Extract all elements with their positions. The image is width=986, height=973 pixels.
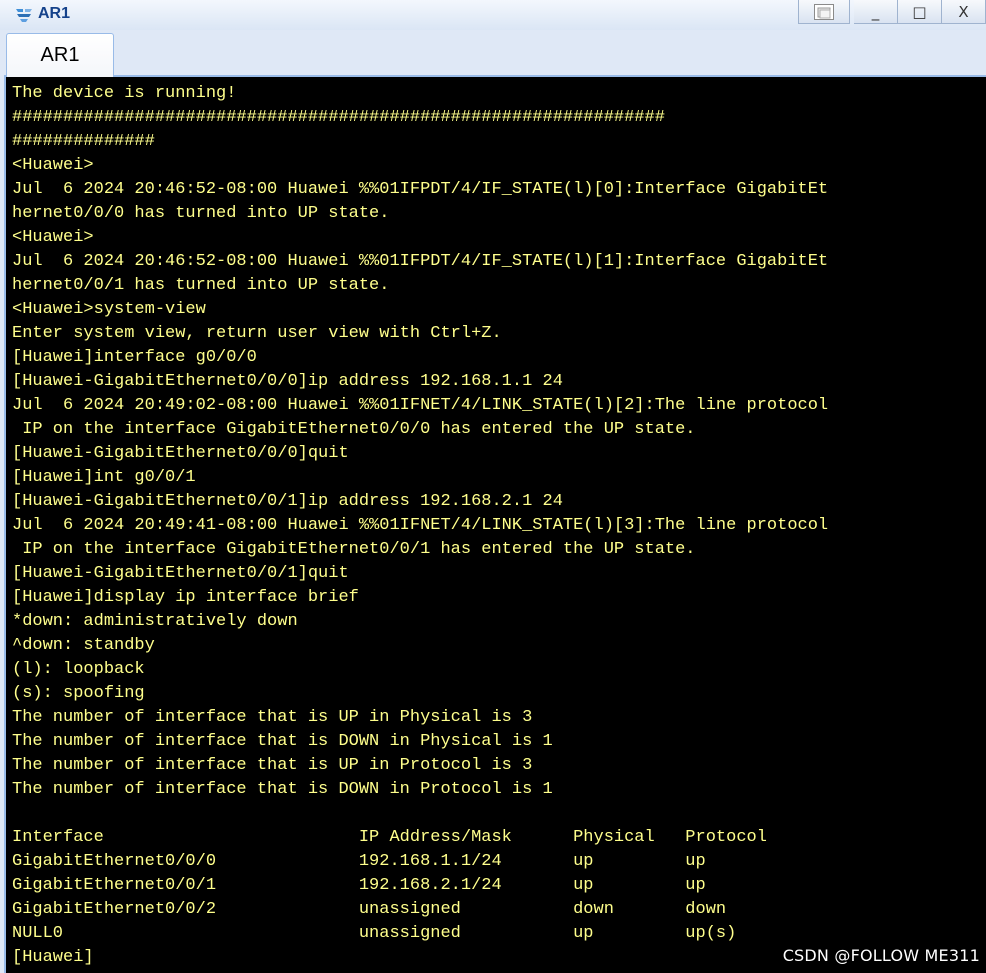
console-line: (l): loopback — [12, 660, 145, 679]
close-icon: X — [958, 2, 969, 21]
console-line: IP on the interface GigabitEthernet0/0/0… — [12, 420, 696, 439]
tab-ar1[interactable]: AR1 — [6, 33, 114, 77]
console-line: Jul 6 2024 20:49:02-08:00 Huawei %%01IFN… — [12, 396, 829, 415]
console-line: Jul 6 2024 20:49:41-08:00 Huawei %%01IFN… — [12, 516, 829, 535]
console-line: GigabitEthernet0/0/1 192.168.2.1/24 up u… — [12, 876, 706, 895]
console-line: The number of interface that is DOWN in … — [12, 732, 553, 751]
minimize-button[interactable]: _ — [854, 0, 898, 24]
console-line: The number of interface that is UP in Pr… — [12, 756, 533, 775]
console-line: The device is running! — [12, 84, 237, 103]
console-line: [Huawei]display ip interface brief — [12, 588, 359, 607]
tab-label: AR1 — [40, 44, 80, 66]
console-line: <Huawei> — [12, 156, 94, 175]
console-line: Jul 6 2024 20:46:52-08:00 Huawei %%01IFP… — [12, 252, 829, 271]
console-line: [Huawei]int g0/0/1 — [12, 468, 196, 487]
console-line: (s): spoofing — [12, 684, 145, 703]
console-line: [Huawei-GigabitEthernet0/0/1]ip address … — [12, 492, 563, 511]
console-line: hernet0/0/0 has turned into UP state. — [12, 204, 390, 223]
window-controls: _ □ X — [798, 0, 986, 26]
console-line: GigabitEthernet0/0/2 unassigned down dow… — [12, 900, 727, 919]
console-line: [Huawei]interface g0/0/0 — [12, 348, 257, 367]
maximize-icon: □ — [912, 2, 927, 21]
console-line: [Huawei-GigabitEthernet0/0/1]quit — [12, 564, 349, 583]
console-line: <Huawei> — [12, 228, 94, 247]
close-button[interactable]: X — [942, 0, 986, 24]
console-line: *down: administratively down — [12, 612, 298, 631]
tab-bar: AR1 — [0, 30, 986, 77]
console-line: Interface IP Address/Mask Physical Proto… — [12, 828, 767, 847]
console-line: <Huawei>system-view — [12, 300, 206, 319]
minimize-icon: _ — [871, 2, 880, 21]
watermark: CSDN @FOLLOW ME311 — [782, 946, 980, 965]
console-line: Jul 6 2024 20:46:52-08:00 Huawei %%01IFP… — [12, 180, 829, 199]
console-line: The number of interface that is DOWN in … — [12, 780, 553, 799]
console-line: Enter system view, return user view with… — [12, 324, 502, 343]
console-line: The number of interface that is UP in Ph… — [12, 708, 533, 727]
console-line: [Huawei-GigabitEthernet0/0/0]quit — [12, 444, 349, 463]
restore-icon — [814, 3, 834, 20]
router-app-icon — [16, 9, 32, 22]
console-line: hernet0/0/1 has turned into UP state. — [12, 276, 390, 295]
terminal-console[interactable]: The device is running! ##################… — [4, 77, 986, 973]
console-prompt: [Huawei] — [12, 948, 94, 967]
title-bar[interactable]: AR1 _ □ X — [0, 0, 986, 30]
maximize-button[interactable]: □ — [898, 0, 942, 24]
console-line: IP on the interface GigabitEthernet0/0/1… — [12, 540, 696, 559]
console-line: ########################################… — [12, 108, 665, 127]
console-line: NULL0 unassigned up up(s) — [12, 924, 737, 943]
console-line: ^down: standby — [12, 636, 155, 655]
restore-button[interactable] — [798, 0, 850, 24]
router-console-window: AR1 _ □ X AR1 The device is running! ###… — [0, 0, 986, 973]
console-line: ############## — [12, 132, 155, 151]
console-line: [Huawei-GigabitEthernet0/0/0]ip address … — [12, 372, 563, 391]
console-line: GigabitEthernet0/0/0 192.168.1.1/24 up u… — [12, 852, 706, 871]
terminal-output: The device is running! ##################… — [12, 82, 828, 970]
window-title: AR1 — [38, 5, 71, 22]
